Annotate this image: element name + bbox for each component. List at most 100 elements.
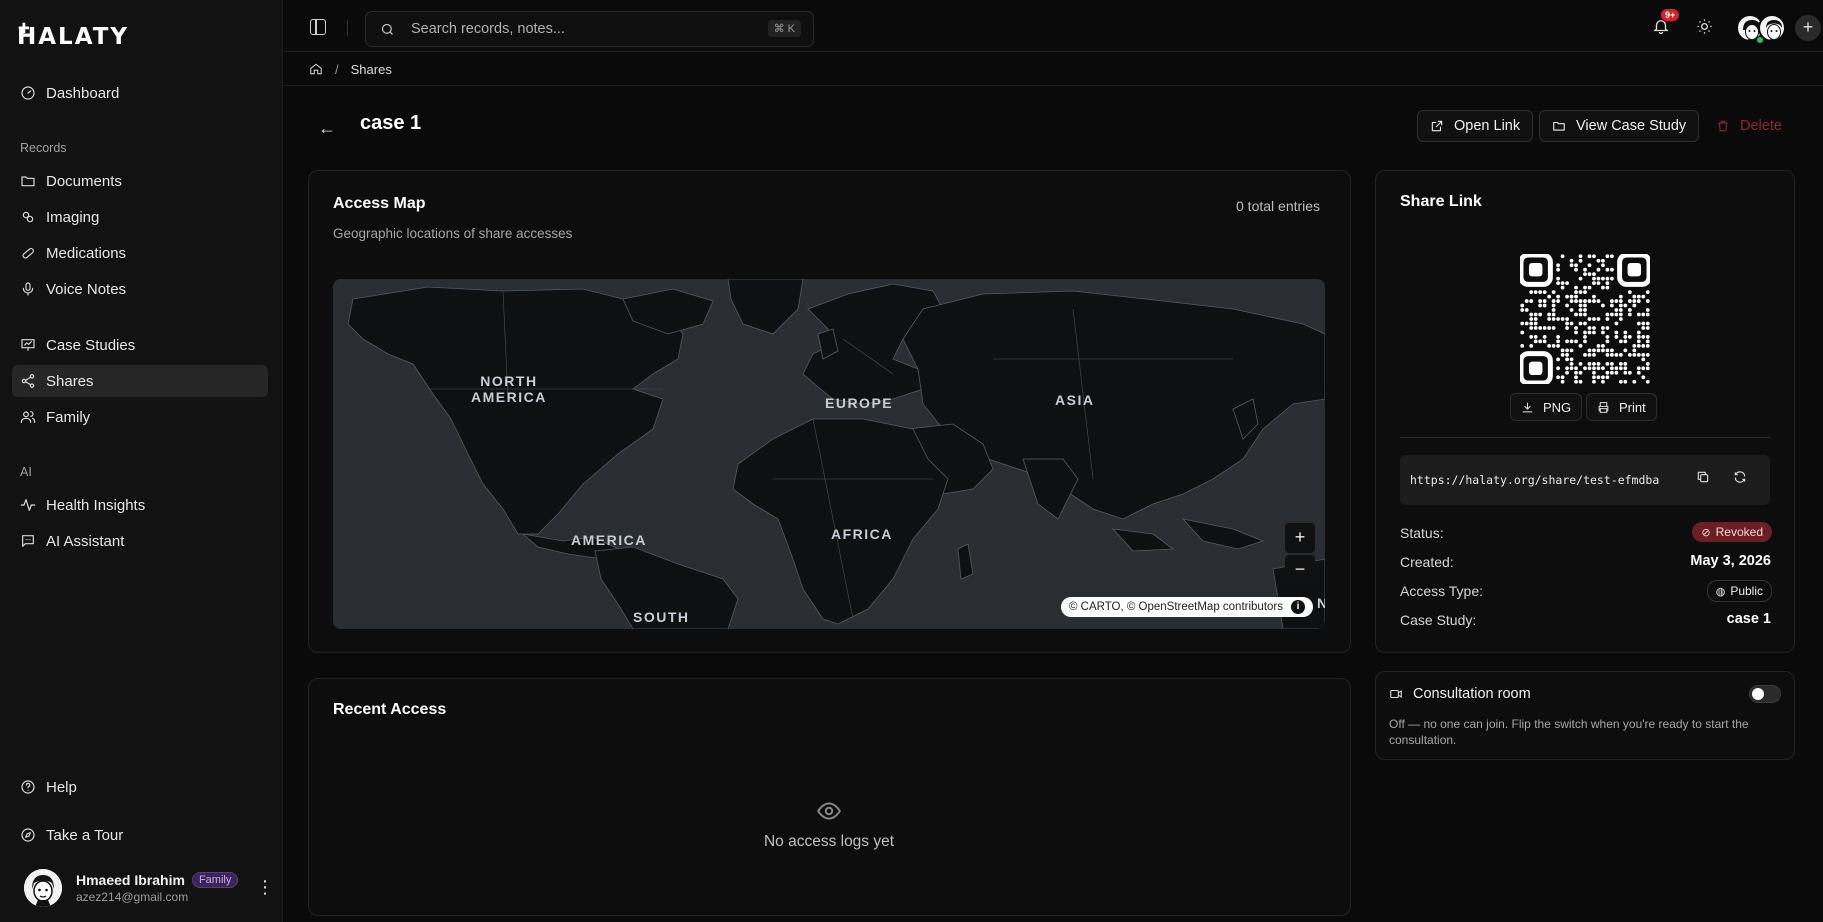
empty-state-text: No access logs yet [763, 833, 895, 850]
sun-icon [1697, 19, 1712, 34]
sidebar-item-label: Health Insights [46, 496, 146, 514]
sidebar: ✚ HALATY Dashboard Records Documents Ima… [0, 0, 283, 922]
consultation-toggle[interactable] [1749, 685, 1781, 703]
map-label-text: NORTH AMERICA [471, 373, 547, 405]
sidebar-section-records: Records [20, 141, 67, 155]
external-link-icon [1431, 120, 1443, 132]
sidebar-item-label: Voice Notes [46, 280, 127, 298]
sidebar-item-voice-notes[interactable]: Voice Notes [12, 273, 268, 305]
png-label: PNG [1543, 399, 1572, 415]
sidebar-item-case-studies[interactable]: Case Studies [12, 329, 268, 361]
zoom-out-button[interactable]: − [1285, 555, 1315, 585]
users-icon [20, 411, 36, 423]
user-email: azez214@gmail.com [76, 890, 189, 904]
print-button[interactable]: Print [1586, 393, 1657, 421]
sidebar-item-label: Take a Tour [46, 826, 124, 844]
folder-icon [1553, 121, 1565, 131]
open-link-button[interactable]: Open Link [1417, 110, 1534, 142]
more-vertical-icon[interactable]: ⋮ [256, 878, 274, 896]
online-status-dot [1756, 36, 1764, 44]
consultation-description: Off — no one can join. Flip the switch w… [1389, 717, 1749, 747]
eye-icon [817, 802, 841, 820]
copy-button[interactable] [1696, 470, 1716, 490]
status-label: Status: [1400, 525, 1444, 541]
search-bar[interactable]: ⌘ K [365, 11, 814, 47]
zoom-in-button[interactable]: + [1285, 523, 1315, 553]
consultation-header: Consultation room [1389, 686, 1531, 702]
case-study-value: case 1 [1726, 611, 1771, 627]
search-input[interactable] [411, 21, 741, 37]
back-arrow-icon[interactable]: ← [318, 118, 336, 139]
sidebar-item-label: Shares [46, 372, 94, 390]
sidebar-item-medications[interactable]: Medications [12, 237, 268, 269]
map-label-america: AMERICA [571, 532, 647, 548]
sidebar-toggle-icon[interactable] [310, 19, 326, 35]
consultation-title: Consultation room [1413, 686, 1531, 702]
activity-icon [20, 499, 36, 511]
theme-toggle-button[interactable] [1696, 18, 1713, 38]
access-type-label: Access Type: [1400, 583, 1484, 599]
sidebar-item-health-insights[interactable]: Health Insights [12, 489, 268, 521]
breadcrumb: / Shares [284, 53, 1823, 86]
access-map-title: Access Map [333, 195, 426, 212]
share-icon [21, 374, 35, 388]
sidebar-item-documents[interactable]: Documents [12, 165, 268, 197]
video-icon [1390, 689, 1402, 699]
avatar [24, 869, 62, 907]
sidebar-item-label: Documents [46, 172, 122, 190]
copy-icon [1697, 471, 1709, 483]
topbar: ⌘ K 9+ + [284, 0, 1823, 52]
home-icon[interactable] [309, 62, 323, 76]
sidebar-item-take-a-tour[interactable]: Take a Tour [12, 819, 268, 851]
printer-icon [1598, 401, 1609, 413]
divider [1400, 437, 1770, 438]
compass-icon [21, 828, 35, 842]
map-label-north-america: NORTH AMERICA [471, 373, 547, 405]
logo-text: HALATY [17, 24, 130, 50]
sidebar-item-family[interactable]: Family [12, 401, 268, 433]
created-value: May 3, 2026 [1690, 553, 1771, 569]
world-map[interactable]: NORTH AMERICA EUROPE ASIA AFRICA AMERICA… [333, 279, 1325, 629]
sidebar-item-label: Imaging [46, 208, 100, 226]
presentation-icon [21, 339, 35, 351]
sidebar-item-label: AI Assistant [46, 532, 125, 550]
sidebar-item-imaging[interactable]: Imaging [12, 201, 268, 233]
sidebar-item-label: Help [46, 778, 77, 796]
status-badge: ⊘ Revoked [1692, 522, 1772, 542]
pill-icon [22, 247, 34, 259]
sidebar-item-dashboard[interactable]: Dashboard [12, 77, 268, 109]
sidebar-section-ai: AI [20, 465, 32, 479]
sidebar-item-shares[interactable]: Shares [12, 365, 268, 397]
imaging-icon [22, 211, 34, 223]
map-label-south: SOUTH [633, 609, 690, 625]
recent-access-card [308, 678, 1351, 916]
search-icon [381, 23, 393, 35]
map-label-africa: AFRICA [831, 526, 893, 542]
attribution-text: © CARTO, © OpenStreetMap contributors [1068, 601, 1283, 613]
regenerate-button[interactable] [1733, 470, 1753, 490]
delete-button[interactable]: Delete [1716, 110, 1782, 142]
info-icon[interactable]: i [1291, 600, 1305, 614]
halaty-logo[interactable]: ✚ HALATY [17, 20, 130, 50]
search-shortcut: ⌘ K [767, 20, 801, 37]
view-case-study-label: View Case Study [1576, 118, 1687, 134]
page-title: case 1 [360, 112, 422, 134]
download-png-button[interactable]: PNG [1510, 393, 1583, 421]
map-attribution[interactable]: © CARTO, © OpenStreetMap contributors i [1060, 597, 1313, 617]
logo-cross-icon: ✚ [18, 20, 30, 36]
access-map-subtitle: Geographic locations of share accesses [333, 226, 573, 241]
sidebar-item-label: Case Studies [46, 336, 136, 354]
sidebar-item-help[interactable]: Help [12, 771, 268, 803]
add-member-button[interactable]: + [1795, 15, 1821, 41]
sidebar-item-ai-assistant[interactable]: AI Assistant [12, 525, 268, 557]
user-card[interactable]: Hmaeed Ibrahim Family azez214@gmail.com … [24, 866, 274, 910]
map-label-edge: N [1317, 595, 1325, 611]
sidebar-item-label: Dashboard [46, 84, 120, 102]
mic-icon [22, 282, 34, 296]
globe-icon: ◍ [1715, 585, 1726, 598]
map-label-asia: ASIA [1055, 392, 1095, 408]
share-url[interactable]: https://halaty.org/share/test-efmdba [1410, 473, 1659, 487]
total-entries: 0 total entries [1236, 198, 1321, 214]
breadcrumb-separator: / [335, 61, 339, 77]
view-case-study-button[interactable]: View Case Study [1539, 110, 1700, 142]
